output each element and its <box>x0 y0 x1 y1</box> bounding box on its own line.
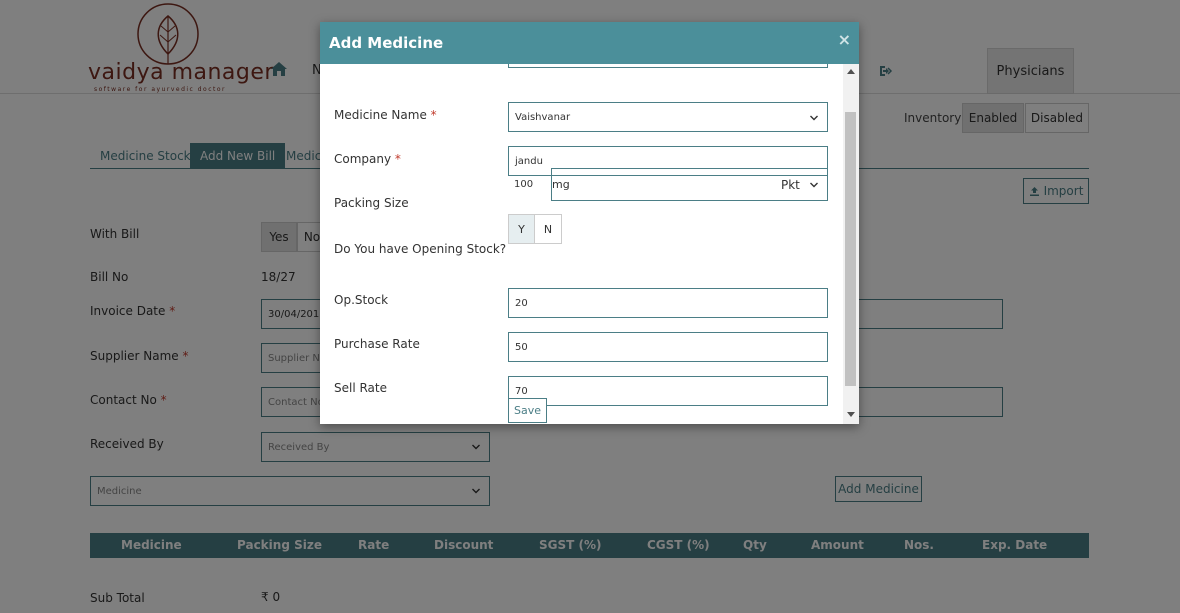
medicine-name-label: Medicine Name * <box>334 108 437 122</box>
scrolled-field-edge <box>508 64 828 68</box>
sell-rate-value: 70 <box>515 385 528 397</box>
save-button[interactable]: Save <box>508 398 547 423</box>
opening-stock-yes-button[interactable]: Y <box>509 215 535 243</box>
close-icon[interactable]: × <box>838 30 851 49</box>
company-label: Company * <box>334 152 401 166</box>
packing-size-label: Packing Size <box>334 196 409 210</box>
medicine-name-value: Vaishvanar <box>515 111 571 123</box>
modal-scrollbar[interactable] <box>843 64 859 424</box>
required-mark: * <box>430 108 437 122</box>
packing-unit-value: mg <box>552 178 570 191</box>
chevron-down-icon <box>810 115 818 121</box>
packing-type-select[interactable]: mg Pkt <box>551 168 828 201</box>
scroll-down-arrow-icon[interactable] <box>847 412 855 418</box>
opening-stock-toggle: Y N <box>508 214 562 244</box>
op-stock-label: Op.Stock <box>334 293 389 307</box>
scroll-up-arrow-icon[interactable] <box>847 68 855 74</box>
purchase-rate-input[interactable]: 50 <box>508 332 828 362</box>
modal-body: Medicine Name * Vaishvanar Company * jan… <box>320 64 843 424</box>
opening-stock-no-button[interactable]: N <box>535 215 561 243</box>
purchase-rate-label: Purchase Rate <box>334 337 420 351</box>
packing-size-row: 100 mg Pkt <box>508 168 828 201</box>
scrollbar-thumb[interactable] <box>845 112 856 386</box>
op-stock-value: 20 <box>515 297 528 309</box>
modal-header: Add Medicine × <box>320 22 859 64</box>
sell-rate-input[interactable]: 70 <box>508 376 828 406</box>
medicine-name-select[interactable]: Vaishvanar <box>508 102 828 132</box>
add-medicine-modal: Add Medicine × Medicine Name * Vaishvana… <box>320 22 859 424</box>
packing-type-value: Pkt <box>781 178 800 192</box>
company-label-text: Company <box>334 152 392 166</box>
medicine-name-label-text: Medicine Name <box>334 108 427 122</box>
chevron-down-icon <box>810 182 818 188</box>
modal-title: Add Medicine <box>329 34 444 52</box>
op-stock-input[interactable]: 20 <box>508 288 828 318</box>
opening-stock-label: Do You have Opening Stock? <box>334 242 507 256</box>
purchase-rate-value: 50 <box>515 341 528 353</box>
packing-qty-input[interactable]: 100 <box>508 168 551 201</box>
required-mark: * <box>394 152 401 166</box>
sell-rate-label: Sell Rate <box>334 381 387 395</box>
company-value: jandu <box>515 155 543 167</box>
